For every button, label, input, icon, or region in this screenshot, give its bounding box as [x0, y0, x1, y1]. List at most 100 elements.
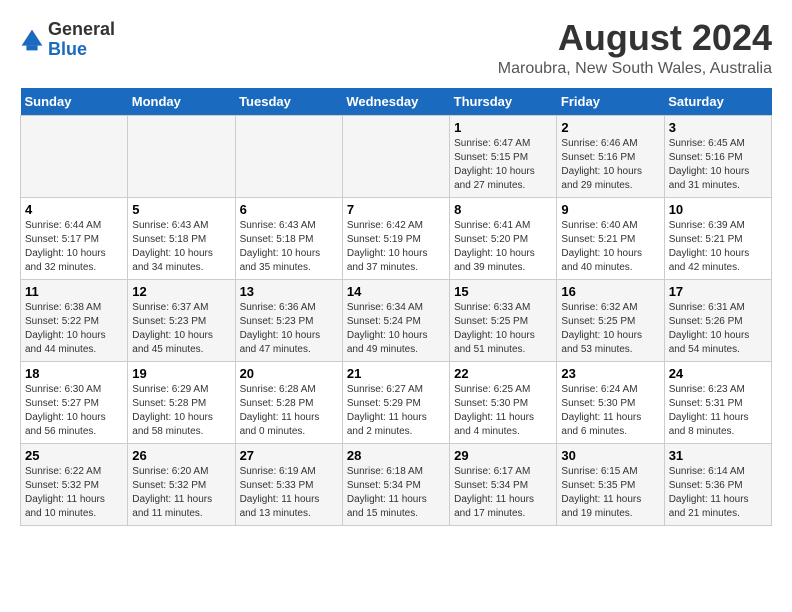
day-number: 30	[561, 448, 659, 463]
day-number: 25	[25, 448, 123, 463]
day-info: Sunrise: 6:32 AM Sunset: 5:25 PM Dayligh…	[561, 301, 659, 357]
calendar-cell: 9 Sunrise: 6:40 AM Sunset: 5:21 PM Daylig…	[557, 198, 664, 280]
logo-icon	[20, 28, 44, 52]
day-number: 13	[240, 284, 338, 299]
day-info: Sunrise: 6:43 AM Sunset: 5:18 PM Dayligh…	[132, 219, 230, 275]
month-year-title: August 2024	[498, 20, 772, 56]
calendar-cell: 1Sunrise: 6:47 AM Sunset: 5:15 PM Daylig…	[450, 116, 557, 198]
day-info: Sunrise: 6:19 AM Sunset: 5:33 PM Dayligh…	[240, 465, 338, 521]
calendar-cell	[21, 116, 128, 198]
column-header-saturday: Saturday	[664, 88, 771, 116]
calendar-cell: 2 Sunrise: 6:46 AM Sunset: 5:16 PM Daylig…	[557, 116, 664, 198]
day-info: Sunrise: 6:33 AM Sunset: 5:25 PM Dayligh…	[454, 301, 552, 357]
day-number: 2	[561, 120, 659, 135]
calendar-cell: 13Sunrise: 6:36 AM Sunset: 5:23 PM Dayli…	[235, 280, 342, 362]
calendar-cell: 17 Sunrise: 6:31 AM Sunset: 5:26 PM Dayli…	[664, 280, 771, 362]
column-header-monday: Monday	[128, 88, 235, 116]
calendar-cell	[128, 116, 235, 198]
location-subtitle: Maroubra, New South Wales, Australia	[498, 60, 772, 78]
day-info: Sunrise: 6:17 AM Sunset: 5:34 PM Dayligh…	[454, 465, 552, 521]
day-number: 23	[561, 366, 659, 381]
calendar-cell: 6Sunrise: 6:43 AM Sunset: 5:18 PM Daylig…	[235, 198, 342, 280]
day-info: Sunrise: 6:40 AM Sunset: 5:21 PM Dayligh…	[561, 219, 659, 275]
day-number: 21	[347, 366, 445, 381]
day-number: 5	[132, 202, 230, 217]
calendar-cell: 31Sunrise: 6:14 AM Sunset: 5:36 PM Dayli…	[664, 444, 771, 526]
calendar-cell: 26Sunrise: 6:20 AM Sunset: 5:32 PM Dayli…	[128, 444, 235, 526]
column-header-thursday: Thursday	[450, 88, 557, 116]
calendar-header-row: SundayMondayTuesdayWednesdayThursdayFrid…	[21, 88, 772, 116]
day-info: Sunrise: 6:20 AM Sunset: 5:32 PM Dayligh…	[132, 465, 230, 521]
day-info: Sunrise: 6:42 AM Sunset: 5:19 PM Dayligh…	[347, 219, 445, 275]
calendar-cell: 30 Sunrise: 6:15 AM Sunset: 5:35 PM Dayli…	[557, 444, 664, 526]
day-number: 1	[454, 120, 552, 135]
calendar-cell: 18 Sunrise: 6:30 AM Sunset: 5:27 PM Dayli…	[21, 362, 128, 444]
day-number: 8	[454, 202, 552, 217]
day-info: Sunrise: 6:43 AM Sunset: 5:18 PM Dayligh…	[240, 219, 338, 275]
calendar-cell: 11Sunrise: 6:38 AM Sunset: 5:22 PM Dayli…	[21, 280, 128, 362]
calendar-cell: 16Sunrise: 6:32 AM Sunset: 5:25 PM Dayli…	[557, 280, 664, 362]
day-number: 24	[669, 366, 767, 381]
calendar-cell: 19Sunrise: 6:29 AM Sunset: 5:28 PM Dayli…	[128, 362, 235, 444]
day-info: Sunrise: 6:46 AM Sunset: 5:16 PM Dayligh…	[561, 137, 659, 193]
logo-blue-text: Blue	[48, 39, 87, 59]
calendar-week-row: 1Sunrise: 6:47 AM Sunset: 5:15 PM Daylig…	[21, 116, 772, 198]
day-number: 15	[454, 284, 552, 299]
calendar-cell: 24 Sunrise: 6:23 AM Sunset: 5:31 PM Dayli…	[664, 362, 771, 444]
column-header-sunday: Sunday	[21, 88, 128, 116]
day-info: Sunrise: 6:25 AM Sunset: 5:30 PM Dayligh…	[454, 383, 552, 439]
day-number: 22	[454, 366, 552, 381]
calendar-cell: 20Sunrise: 6:28 AM Sunset: 5:28 PM Dayli…	[235, 362, 342, 444]
day-number: 9	[561, 202, 659, 217]
calendar-cell	[342, 116, 449, 198]
day-info: Sunrise: 6:24 AM Sunset: 5:30 PM Dayligh…	[561, 383, 659, 439]
day-number: 7	[347, 202, 445, 217]
calendar-cell: 21 Sunrise: 6:27 AM Sunset: 5:29 PM Dayli…	[342, 362, 449, 444]
calendar-week-row: 4 Sunrise: 6:44 AM Sunset: 5:17 PM Daylig…	[21, 198, 772, 280]
day-info: Sunrise: 6:18 AM Sunset: 5:34 PM Dayligh…	[347, 465, 445, 521]
calendar-cell: 14 Sunrise: 6:34 AM Sunset: 5:24 PM Dayli…	[342, 280, 449, 362]
day-info: Sunrise: 6:22 AM Sunset: 5:32 PM Dayligh…	[25, 465, 123, 521]
calendar-cell: 10Sunrise: 6:39 AM Sunset: 5:21 PM Dayli…	[664, 198, 771, 280]
day-number: 19	[132, 366, 230, 381]
day-number: 27	[240, 448, 338, 463]
day-info: Sunrise: 6:15 AM Sunset: 5:35 PM Dayligh…	[561, 465, 659, 521]
day-number: 17	[669, 284, 767, 299]
day-info: Sunrise: 6:34 AM Sunset: 5:24 PM Dayligh…	[347, 301, 445, 357]
calendar-week-row: 25 Sunrise: 6:22 AM Sunset: 5:32 PM Dayli…	[21, 444, 772, 526]
day-info: Sunrise: 6:27 AM Sunset: 5:29 PM Dayligh…	[347, 383, 445, 439]
calendar-table: SundayMondayTuesdayWednesdayThursdayFrid…	[20, 88, 772, 526]
calendar-cell: 23 Sunrise: 6:24 AM Sunset: 5:30 PM Dayli…	[557, 362, 664, 444]
column-header-friday: Friday	[557, 88, 664, 116]
column-header-wednesday: Wednesday	[342, 88, 449, 116]
calendar-cell: 7 Sunrise: 6:42 AM Sunset: 5:19 PM Daylig…	[342, 198, 449, 280]
calendar-cell: 4 Sunrise: 6:44 AM Sunset: 5:17 PM Daylig…	[21, 198, 128, 280]
calendar-cell: 8 Sunrise: 6:41 AM Sunset: 5:20 PM Daylig…	[450, 198, 557, 280]
day-info: Sunrise: 6:28 AM Sunset: 5:28 PM Dayligh…	[240, 383, 338, 439]
day-info: Sunrise: 6:23 AM Sunset: 5:31 PM Dayligh…	[669, 383, 767, 439]
day-number: 18	[25, 366, 123, 381]
calendar-cell: 12Sunrise: 6:37 AM Sunset: 5:23 PM Dayli…	[128, 280, 235, 362]
day-number: 12	[132, 284, 230, 299]
calendar-cell: 27 Sunrise: 6:19 AM Sunset: 5:33 PM Dayli…	[235, 444, 342, 526]
calendar-cell: 22 Sunrise: 6:25 AM Sunset: 5:30 PM Dayli…	[450, 362, 557, 444]
day-info: Sunrise: 6:45 AM Sunset: 5:16 PM Dayligh…	[669, 137, 767, 193]
logo: General Blue	[20, 20, 115, 60]
day-info: Sunrise: 6:44 AM Sunset: 5:17 PM Dayligh…	[25, 219, 123, 275]
day-number: 14	[347, 284, 445, 299]
calendar-week-row: 11Sunrise: 6:38 AM Sunset: 5:22 PM Dayli…	[21, 280, 772, 362]
calendar-cell: 15 Sunrise: 6:33 AM Sunset: 5:25 PM Dayli…	[450, 280, 557, 362]
day-info: Sunrise: 6:31 AM Sunset: 5:26 PM Dayligh…	[669, 301, 767, 357]
day-number: 3	[669, 120, 767, 135]
day-number: 4	[25, 202, 123, 217]
day-number: 28	[347, 448, 445, 463]
column-header-tuesday: Tuesday	[235, 88, 342, 116]
calendar-cell: 5 Sunrise: 6:43 AM Sunset: 5:18 PM Daylig…	[128, 198, 235, 280]
day-number: 31	[669, 448, 767, 463]
day-info: Sunrise: 6:41 AM Sunset: 5:20 PM Dayligh…	[454, 219, 552, 275]
day-info: Sunrise: 6:30 AM Sunset: 5:27 PM Dayligh…	[25, 383, 123, 439]
calendar-cell: 25 Sunrise: 6:22 AM Sunset: 5:32 PM Dayli…	[21, 444, 128, 526]
day-number: 29	[454, 448, 552, 463]
day-number: 11	[25, 284, 123, 299]
calendar-cell	[235, 116, 342, 198]
